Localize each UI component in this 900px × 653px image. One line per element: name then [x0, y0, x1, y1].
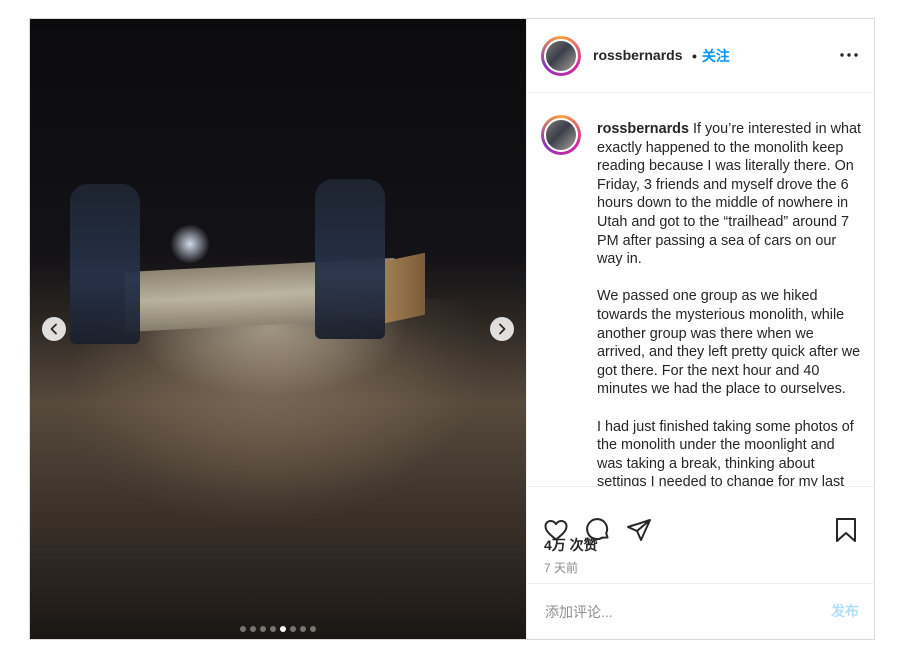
- more-options-button[interactable]: [837, 45, 861, 65]
- carousel-next-button[interactable]: [490, 317, 514, 341]
- photo-person-left: [70, 184, 140, 344]
- follow-label: 关注: [701, 48, 730, 64]
- share-button[interactable]: [626, 517, 652, 546]
- post-comment-button[interactable]: 发布: [831, 601, 859, 621]
- follow-button[interactable]: • 关注: [692, 46, 730, 66]
- follow-separator: •: [692, 48, 697, 64]
- caption-paragraph-1: If you’re interested in what exactly hap…: [597, 121, 861, 268]
- post-caption: rossbernards If you’re interested in what…: [527, 94, 875, 486]
- chevron-left-icon: [50, 323, 57, 335]
- more-horizontal-icon: [840, 53, 858, 57]
- post-media-carousel[interactable]: [30, 19, 526, 639]
- carousel-dot: [310, 626, 316, 632]
- photo-person-center: [315, 179, 385, 339]
- post-timestamp[interactable]: 7 天前: [544, 559, 578, 576]
- caption-avatar[interactable]: [541, 115, 581, 155]
- caption-text: rossbernards If you’re interested in what…: [597, 120, 863, 486]
- bookmark-icon: [836, 518, 856, 542]
- caption-paragraph-3: I had just finished taking some photos o…: [597, 418, 854, 487]
- carousel-indicator: [30, 619, 526, 632]
- likes-count[interactable]: 4万 次赞: [544, 535, 598, 555]
- carousel-dot: [250, 626, 256, 632]
- carousel-dot: [280, 626, 286, 632]
- paper-plane-icon: [627, 519, 651, 541]
- carousel-prev-button[interactable]: [42, 317, 66, 341]
- photo-monolith-end: [385, 252, 425, 324]
- post-actions: 4万 次赞 7 天前 发布: [527, 486, 875, 636]
- photo-flashlight-glow: [170, 224, 210, 264]
- post-header: rossbernards • 关注: [527, 19, 875, 93]
- carousel-dot: [300, 626, 306, 632]
- carousel-dot: [260, 626, 266, 632]
- save-button[interactable]: [833, 517, 859, 546]
- avatar[interactable]: [541, 36, 581, 76]
- header-username[interactable]: rossbernards: [593, 47, 682, 63]
- instagram-post: rossbernards • 关注 rossbernards If you’re i…: [29, 18, 875, 640]
- photo-ground: [30, 299, 526, 639]
- caption-paragraph-2: We passed one group as we hiked towards …: [597, 288, 861, 398]
- comment-input[interactable]: [543, 600, 807, 624]
- carousel-dot: [290, 626, 296, 632]
- caption-username[interactable]: rossbernards: [597, 121, 689, 137]
- post-side-panel: rossbernards • 关注 rossbernards If you’re i…: [526, 19, 875, 639]
- carousel-dot: [270, 626, 276, 632]
- chevron-right-icon: [499, 323, 506, 335]
- carousel-dot: [240, 626, 246, 632]
- comment-bar: 发布: [527, 583, 875, 637]
